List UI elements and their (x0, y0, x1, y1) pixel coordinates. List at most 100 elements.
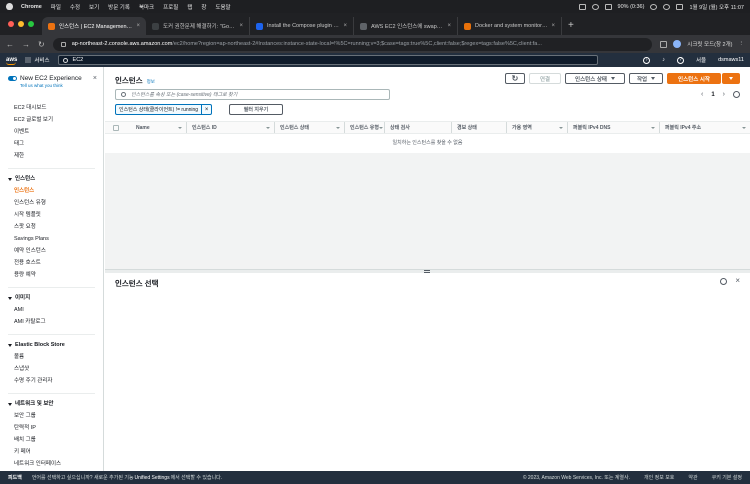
column-instance-id[interactable]: 인스턴스 ID (187, 122, 275, 133)
tab-close-icon[interactable]: × (551, 23, 555, 29)
chrome-menu-icon[interactable]: ⋮ (739, 41, 745, 47)
sidebar-item-ami[interactable]: AMI (8, 304, 103, 316)
instance-state-button[interactable]: 인스턴스 상태 (565, 73, 625, 84)
control-center-icon[interactable] (676, 3, 684, 10)
chevron-right-icon[interactable]: › (723, 91, 725, 98)
sidebar-item-network-interfaces[interactable]: 네트워크 인터페이스 (8, 458, 103, 470)
browser-tab-docker-monitoring[interactable]: Docker and system monitoring × (458, 17, 562, 35)
tab-close-icon[interactable]: × (136, 23, 140, 29)
sidebar-section-images[interactable]: 이미지 (8, 292, 103, 304)
menu-profiles[interactable]: 프로필 (163, 3, 178, 11)
menu-history[interactable]: 방문 기록 (108, 3, 130, 11)
notifications-bell-icon[interactable]: ♪ (662, 57, 665, 63)
sidebar-item-instances[interactable]: 인스턴스 (8, 185, 103, 197)
bluetooth-icon[interactable] (591, 3, 599, 10)
menubar-clock[interactable]: 1월 9일 (월) 오후 11:07 (689, 3, 744, 11)
sidebar-section-network-security[interactable]: 네트워크 및 보안 (8, 398, 103, 410)
sidebar-item-tags[interactable]: 태그 (8, 138, 103, 150)
sidebar-item-snapshots[interactable]: 스냅샷 (8, 363, 103, 375)
column-public-ip[interactable]: 퍼블릭 IPv4 주소 (660, 122, 750, 133)
sidebar-item-limits[interactable]: 제한 (8, 150, 103, 162)
sidebar-item-reserved-instances[interactable]: 예약 인스턴스 (8, 245, 103, 257)
column-availability-zone[interactable]: 가용 영역 (507, 122, 568, 133)
sidebar-item-lifecycle-manager[interactable]: 수명 주기 관리자 (8, 375, 103, 387)
minimize-window-icon[interactable] (18, 21, 24, 27)
browser-tab-ec2[interactable]: 인스턴스 | EC2 Management Co × (42, 17, 146, 35)
privacy-link[interactable]: 개인 정보 보호 (644, 474, 674, 481)
feedback-button[interactable]: 피드백 (8, 474, 22, 481)
sidebar-item-key-pairs[interactable]: 키 페어 (8, 446, 103, 458)
column-public-dns[interactable]: 퍼블릭 IPv4 DNS (568, 122, 660, 133)
reload-icon[interactable]: ↻ (38, 40, 45, 49)
sidebar-item-volumes[interactable]: 볼륨 (8, 351, 103, 363)
aws-logo[interactable]: aws (6, 57, 17, 65)
sidebar-close-icon[interactable]: × (93, 75, 97, 82)
wifi-icon[interactable] (650, 3, 658, 10)
cloudshell-icon[interactable]: › (643, 56, 651, 64)
sidebar-item-security-groups[interactable]: 보안 그룹 (8, 410, 103, 422)
battery-icon[interactable] (604, 3, 612, 10)
remove-filter-icon[interactable]: × (201, 105, 211, 114)
refresh-button[interactable]: ↻ (505, 73, 525, 84)
gear-icon[interactable] (733, 91, 740, 98)
sidebar-item-events[interactable]: 이벤트 (8, 126, 103, 138)
column-alarm-status[interactable]: 경보 상태 (452, 122, 507, 133)
browser-tab-docker-permission[interactable]: 도커 권한문제 해결하기: "Got perm × (146, 17, 250, 35)
account-menu[interactable]: dsmaws11 (718, 57, 744, 63)
sidebar-section-ebs[interactable]: Elastic Block Store (8, 339, 103, 351)
close-window-icon[interactable] (8, 21, 14, 27)
sidebar-item-dedicated-hosts[interactable]: 전용 호스트 (8, 257, 103, 269)
menu-file[interactable]: 파일 (51, 3, 61, 11)
actions-button[interactable]: 작업 (629, 73, 663, 84)
apple-icon[interactable] (6, 3, 13, 10)
column-instance-type[interactable]: 인스턴스 유형 (345, 122, 385, 133)
aws-search-box[interactable]: EC2 (57, 55, 598, 65)
browser-tab-ec2-swap[interactable]: AWS EC2 인스턴스에 swap 추가하 × (354, 17, 458, 35)
new-experience-toggle[interactable]: New EC2 Experience Tell us what you thin… (8, 75, 103, 88)
maximize-window-icon[interactable] (28, 21, 34, 27)
sidebar-item-instance-types[interactable]: 인스턴스 유형 (8, 197, 103, 209)
profile-label[interactable]: 시크릿 모드(창 2개) (687, 40, 732, 48)
sidebar-item-capacity-reservations[interactable]: 용량 예약 (8, 269, 103, 281)
spotlight-icon[interactable] (663, 3, 671, 10)
sidebar-section-instances[interactable]: 인스턴스 (8, 173, 103, 185)
menu-edit[interactable]: 수정 (70, 3, 80, 11)
terms-link[interactable]: 약관 (688, 474, 697, 481)
launch-instances-button[interactable]: 인스턴스 시작 (667, 73, 721, 84)
sidepanel-icon[interactable] (660, 40, 668, 48)
feedback-link[interactable]: Tell us what you think (20, 83, 82, 88)
launch-instances-dropdown[interactable] (722, 73, 740, 84)
instance-search-input[interactable]: 인스턴스를 속성 또는 (case-sensitive) 태그로 찾기 (115, 89, 390, 100)
tab-close-icon[interactable]: × (239, 23, 243, 29)
column-instance-state[interactable]: 인스턴스 상태 (275, 122, 345, 133)
sidebar-item-global-view[interactable]: EC2 글로벌 보기 (8, 114, 103, 126)
incognito-avatar-icon[interactable] (673, 40, 682, 48)
tab-close-icon[interactable]: × (447, 23, 451, 29)
lock-icon[interactable] (60, 41, 66, 47)
menu-app-chrome[interactable]: Chrome (21, 4, 42, 10)
help-icon[interactable]: ? (676, 56, 684, 64)
info-link[interactable]: 정보 (147, 79, 155, 85)
select-all-checkbox[interactable] (113, 124, 119, 131)
sidebar-item-ami-catalog[interactable]: AMI 카탈로그 (8, 316, 103, 328)
region-selector[interactable]: 서울 (696, 56, 706, 64)
sidebar-item-launch-templates[interactable]: 시작 템플릿 (8, 209, 103, 221)
toggle-switch-icon[interactable] (8, 76, 17, 81)
connect-button[interactable]: 연결 (529, 73, 561, 84)
column-name[interactable]: Name (131, 122, 187, 133)
menu-view[interactable]: 보기 (89, 3, 99, 11)
browser-tab-compose-plugin[interactable]: Install the Compose plugin | Do × (250, 17, 354, 35)
sidebar-item-dashboard[interactable]: EC2 대시보드 (8, 102, 103, 114)
menu-bookmarks[interactable]: 북마크 (139, 3, 154, 11)
column-status-check[interactable]: 상태 검사 (385, 122, 452, 133)
sidebar-item-savings-plans[interactable]: Savings Plans (8, 233, 103, 245)
clear-filters-button[interactable]: 필터 지우기 (229, 104, 283, 115)
services-menu[interactable]: 서비스 (25, 56, 50, 64)
filter-token-label[interactable]: 인스턴스 상태(클라이언트) != running (116, 106, 201, 113)
menu-tab[interactable]: 탭 (187, 3, 192, 11)
menu-help[interactable]: 도움말 (215, 3, 230, 11)
page-number[interactable]: 1 (711, 92, 714, 98)
target-icon[interactable] (720, 277, 728, 285)
close-icon[interactable]: × (735, 277, 740, 285)
new-tab-button[interactable]: + (568, 20, 574, 31)
